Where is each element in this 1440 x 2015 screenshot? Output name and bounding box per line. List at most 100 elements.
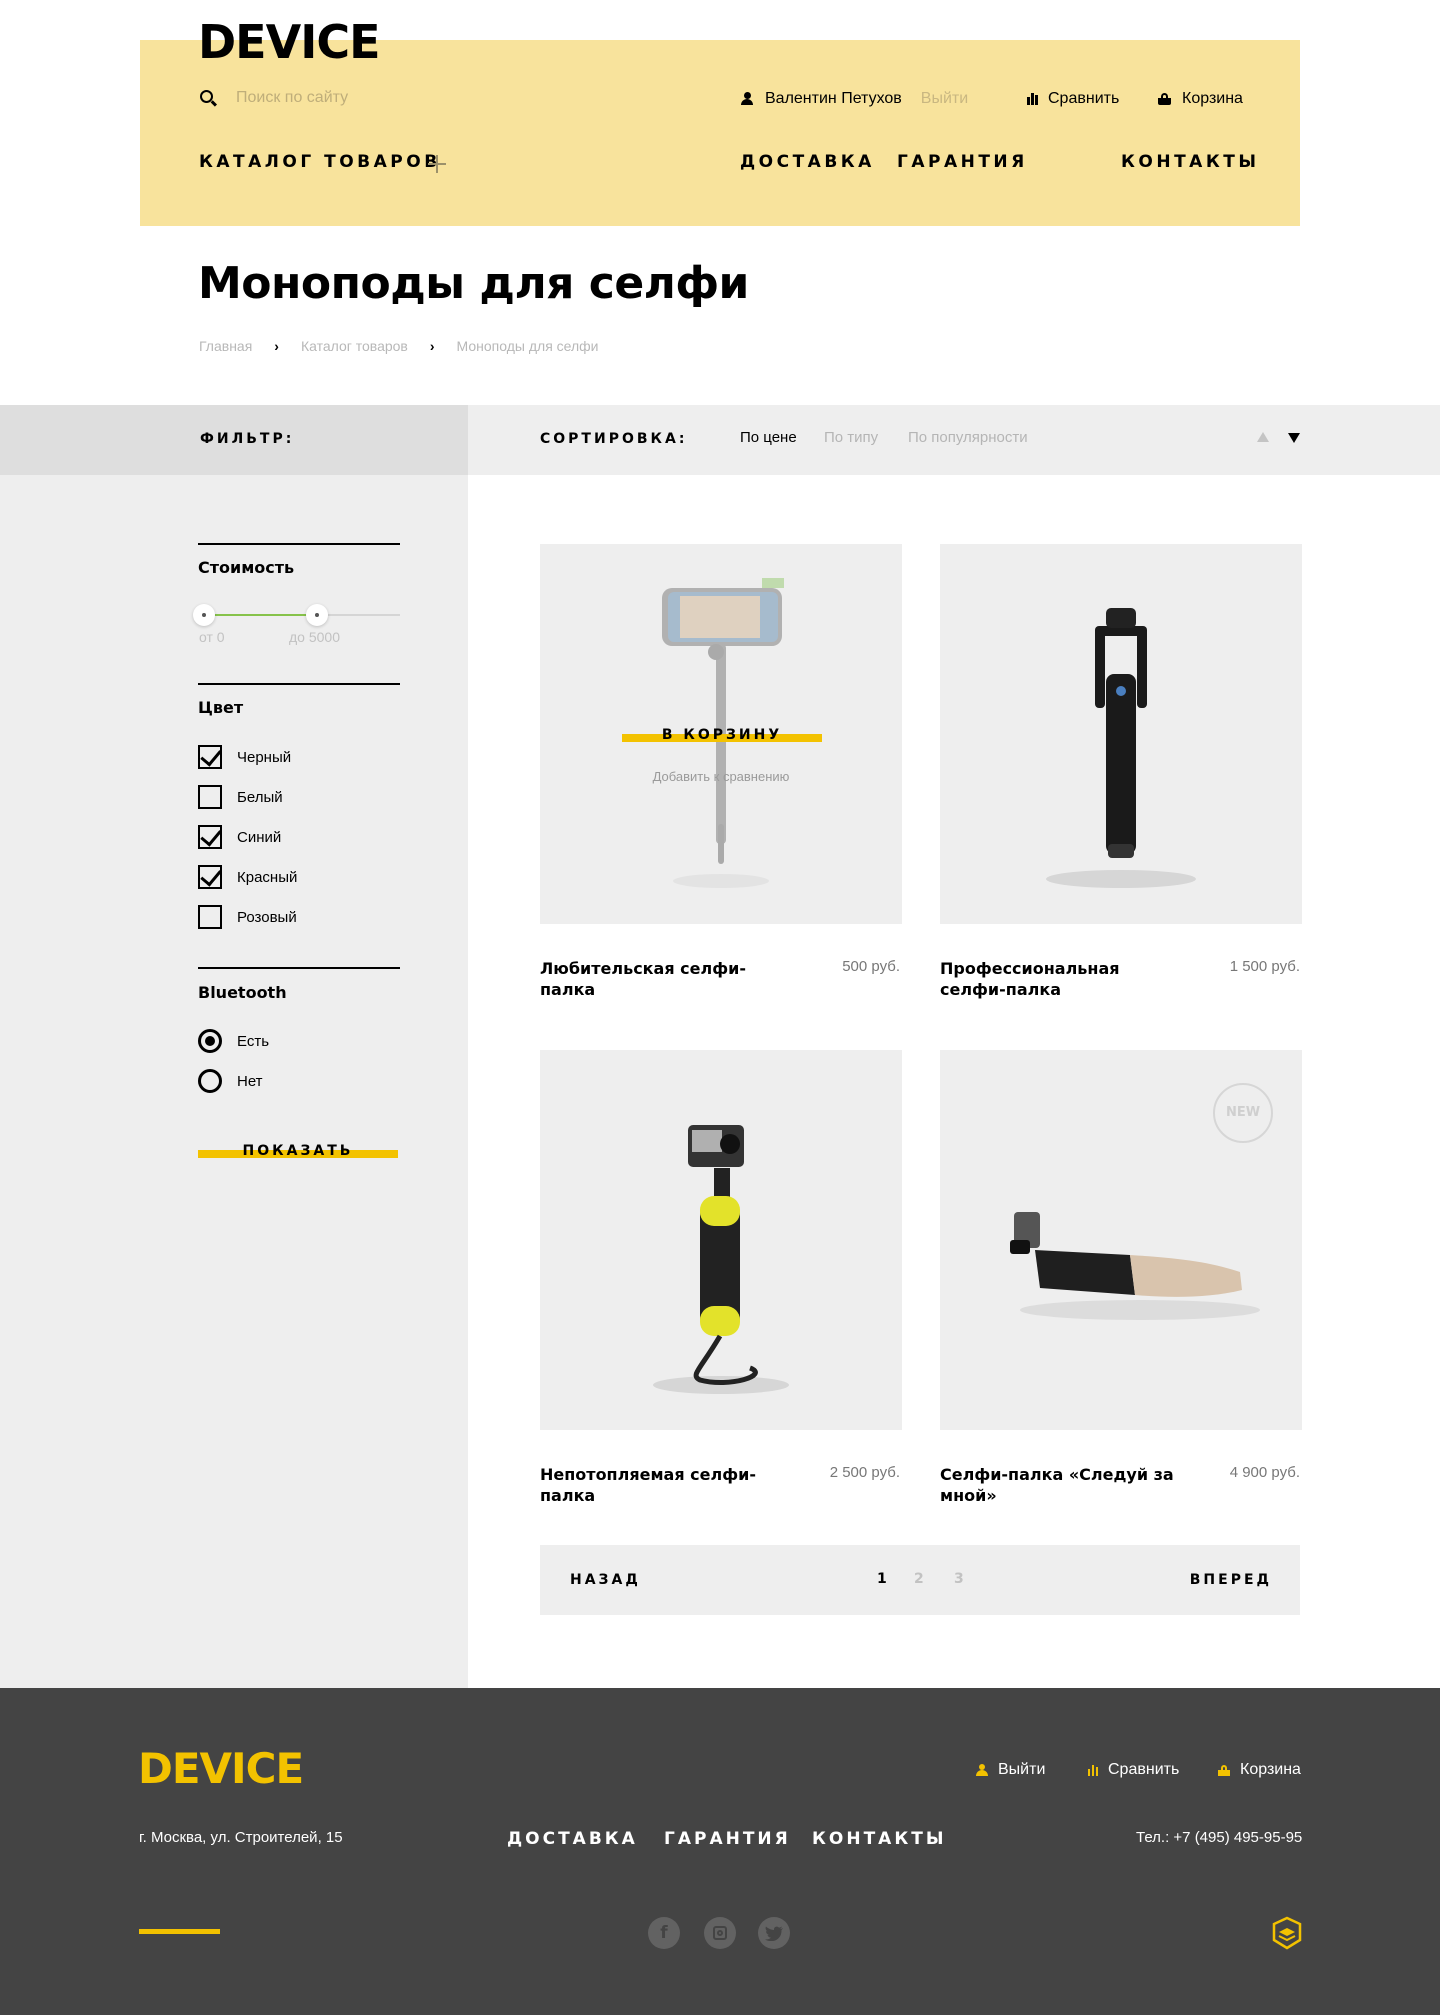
facebook-icon[interactable]: f [648, 1917, 680, 1949]
divider [198, 543, 400, 545]
compare-label: Сравнить [1048, 90, 1120, 107]
chevron-right-icon: › [429, 338, 435, 354]
footer-logo[interactable]: DEVICE [138, 1744, 304, 1793]
radio-label: Нет [237, 1072, 263, 1090]
footer-logout-label: Выйти [998, 1761, 1046, 1778]
price-max-handle[interactable] [306, 604, 328, 626]
footer-compare-label: Сравнить [1108, 1761, 1180, 1778]
sort-ascending-icon[interactable] [1257, 432, 1269, 442]
breadcrumb-current: Моноподы для селфи [456, 338, 599, 354]
user-icon [976, 1763, 988, 1777]
checkbox-label: Белый [237, 788, 283, 806]
add-to-cart-button[interactable]: В КОРЗИНУ [622, 724, 822, 750]
footer-cart-link[interactable]: Корзина [1218, 1761, 1301, 1779]
plus-icon[interactable] [428, 155, 446, 173]
footer [0, 1688, 1440, 2015]
color-option-white[interactable]: Белый [198, 785, 283, 809]
sort-label: СОРТИРОВКА: [540, 431, 688, 447]
new-badge: NEW [1213, 1083, 1273, 1143]
footer-logout-link[interactable]: Выйти [976, 1761, 1045, 1779]
add-to-compare-link[interactable]: Добавить к сравнению [540, 769, 902, 784]
footer-nav-warranty[interactable]: ГАРАНТИЯ [664, 1829, 791, 1849]
footer-compare-link[interactable]: Сравнить [1088, 1761, 1179, 1779]
product-card-image[interactable]: В КОРЗИНУ Добавить к сравнению [540, 544, 902, 924]
breadcrumb-home[interactable]: Главная [199, 338, 252, 354]
page-link[interactable]: 1 [877, 1571, 887, 1587]
logout-link[interactable]: Выйти [921, 90, 968, 108]
radio-button[interactable] [198, 1029, 222, 1053]
color-option-blue[interactable]: Синий [198, 825, 281, 849]
product-card-image[interactable] [940, 544, 1302, 924]
radio-label: Есть [237, 1032, 270, 1050]
compare-link[interactable]: Сравнить [1027, 88, 1119, 110]
compare-icon [1088, 1764, 1098, 1776]
site-logo[interactable]: DEVICE [198, 16, 381, 68]
checkbox-label: Розовый [237, 908, 297, 926]
page-link[interactable]: 3 [954, 1571, 964, 1587]
pagination: НАЗАД 1 2 3 ВПЕРЕД [540, 1545, 1300, 1615]
page-title: Моноподы для селфи [198, 258, 749, 309]
color-option-red[interactable]: Красный [198, 865, 297, 889]
cart-icon [1218, 1764, 1230, 1776]
nav-delivery[interactable]: ДОСТАВКА [740, 152, 875, 172]
sort-by-type[interactable]: По типу [824, 429, 878, 446]
color-option-black[interactable]: Черный [198, 745, 291, 769]
page-link[interactable]: 2 [914, 1571, 924, 1587]
developer-logo-icon[interactable] [1272, 1916, 1302, 1950]
sort-descending-icon[interactable] [1288, 433, 1300, 443]
cart-link[interactable]: Корзина [1158, 88, 1243, 110]
search-bar [198, 86, 456, 110]
checkbox[interactable] [198, 785, 222, 809]
bluetooth-option-no[interactable]: Нет [198, 1069, 263, 1093]
user-menu: Валентин Петухов Выйти [740, 88, 968, 110]
footer-nav-delivery[interactable]: ДОСТАВКА [507, 1829, 638, 1849]
product-card-image[interactable]: NEW [940, 1050, 1302, 1430]
checkbox[interactable] [198, 745, 222, 769]
selfie-stick-image [1046, 608, 1196, 888]
instagram-icon[interactable] [704, 1917, 736, 1949]
product-name[interactable]: Любительская селфи-палка [540, 958, 780, 1000]
bluetooth-filter-title: Bluetooth [198, 983, 287, 1002]
color-filter-title: Цвет [198, 698, 244, 717]
product-card-image[interactable] [540, 1050, 902, 1430]
checkbox[interactable] [198, 865, 222, 889]
breadcrumb-catalog[interactable]: Каталог товаров [301, 338, 408, 354]
show-button[interactable]: ПОКАЗАТЬ [198, 1140, 398, 1166]
show-button-label: ПОКАЗАТЬ [242, 1143, 354, 1159]
bluetooth-option-yes[interactable]: Есть [198, 1029, 269, 1053]
sort-by-popularity[interactable]: По популярности [908, 429, 1028, 446]
twitter-icon[interactable] [758, 1917, 790, 1949]
prev-page-button[interactable]: НАЗАД [570, 1572, 641, 1588]
user-icon [740, 92, 754, 106]
search-input[interactable] [236, 89, 456, 107]
add-to-cart-label: В КОРЗИНУ [661, 727, 783, 743]
nav-catalog[interactable]: КАТАЛОГ ТОВАРОВ [199, 152, 441, 172]
checkbox-label: Красный [237, 868, 298, 886]
checkbox[interactable] [198, 825, 222, 849]
search-icon[interactable] [198, 88, 218, 108]
footer-nav-contacts[interactable]: КОНТАКТЫ [812, 1829, 946, 1849]
price-filter-title: Стоимость [198, 558, 295, 577]
product-price: 500 руб. [842, 958, 900, 975]
price-min-handle[interactable] [193, 604, 215, 626]
cart-icon [1158, 93, 1171, 105]
product-name[interactable]: Профессиональная селфи-палка [940, 958, 1140, 1000]
checkbox[interactable] [198, 905, 222, 929]
next-page-button[interactable]: ВПЕРЕД [1190, 1572, 1272, 1588]
price-min-value: от 0 [199, 629, 225, 645]
nav-warranty[interactable]: ГАРАНТИЯ [897, 152, 1028, 172]
cart-label: Корзина [1182, 90, 1243, 107]
footer-accent-line [139, 1929, 220, 1934]
footer-cart-label: Корзина [1240, 1761, 1301, 1778]
footer-address: г. Москва, ул. Строителей, 15 [139, 1829, 343, 1846]
sort-by-price[interactable]: По цене [740, 429, 797, 446]
filter-label: ФИЛЬТР: [200, 431, 295, 447]
footer-phone: Тел.: +7 (495) 495-95-95 [1136, 1829, 1303, 1846]
checkbox-label: Синий [237, 828, 282, 846]
checkbox-label: Черный [237, 748, 292, 766]
user-name[interactable]: Валентин Петухов [765, 90, 902, 108]
color-option-pink[interactable]: Розовый [198, 905, 297, 929]
price-max-value: до 5000 [289, 629, 340, 645]
radio-button[interactable] [198, 1069, 222, 1093]
nav-contacts[interactable]: КОНТАКТЫ [1121, 152, 1259, 172]
